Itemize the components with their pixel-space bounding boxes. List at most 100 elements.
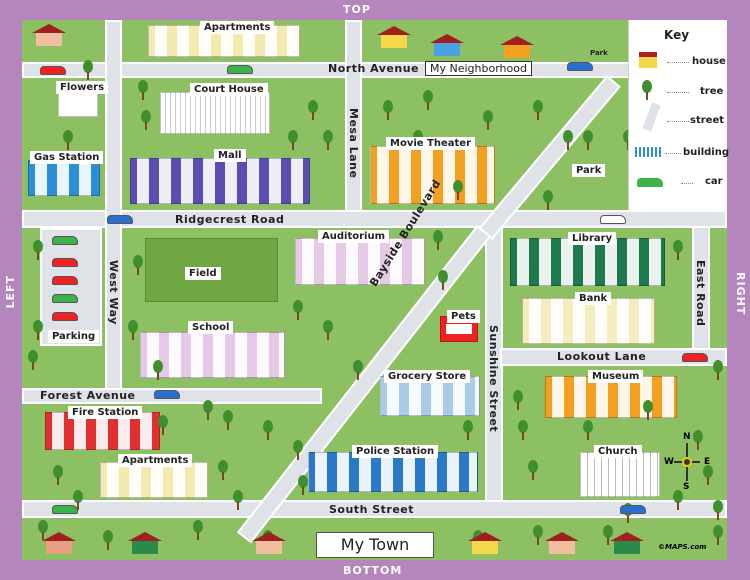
tree-icon — [62, 130, 74, 150]
tree-icon — [452, 180, 464, 200]
tree-icon — [562, 130, 574, 150]
tree-icon — [432, 230, 444, 250]
tree-icon — [527, 460, 539, 480]
house-icon — [610, 532, 644, 554]
label-fire-station: Fire Station — [68, 406, 143, 419]
car-icon — [52, 312, 78, 321]
map-key: Key house tree street building car — [628, 20, 729, 210]
tree-icon — [512, 390, 524, 410]
copyright-logo: ©MAPS.com — [658, 543, 707, 551]
edge-left: LEFT — [4, 275, 17, 309]
house-icon — [430, 34, 464, 56]
tree-icon — [292, 440, 304, 460]
tree-icon — [222, 410, 234, 430]
building-flowers — [58, 92, 98, 117]
house-icon — [128, 532, 162, 554]
building-gas-station — [28, 160, 100, 196]
tree-icon — [712, 500, 724, 520]
tree-icon — [32, 320, 44, 340]
car-icon — [154, 390, 180, 399]
compass-n: N — [683, 432, 691, 442]
house-icon — [42, 532, 76, 554]
tree-icon — [437, 270, 449, 290]
tree-icon — [352, 360, 364, 380]
street-east-road: East Road — [694, 260, 707, 327]
car-icon — [620, 505, 646, 514]
building-court-house — [160, 92, 270, 134]
house-icon — [500, 36, 534, 58]
key-label-car: car — [705, 176, 723, 187]
building-auditorium — [295, 238, 425, 285]
building-icon — [635, 147, 661, 157]
car-icon — [567, 62, 593, 71]
tree-icon — [157, 415, 169, 435]
label-apartments-bottom: Apartments — [118, 454, 193, 467]
label-mall: Mall — [214, 149, 246, 162]
tree-icon — [672, 490, 684, 510]
key-label-tree: tree — [700, 86, 724, 97]
town-map: Apartments Flowers Court House Gas Stati… — [22, 20, 727, 560]
tree-icon — [322, 320, 334, 340]
edge-right: RIGHT — [734, 272, 747, 316]
tree-icon — [582, 420, 594, 440]
street-north-avenue: North Avenue — [328, 62, 419, 75]
tree-icon — [217, 460, 229, 480]
tree-icon — [27, 350, 39, 370]
street-sunshine: Sunshine Street — [487, 325, 500, 433]
label-flowers: Flowers — [56, 81, 109, 94]
label-apartments-top: Apartments — [200, 21, 275, 34]
key-label-house: house — [692, 56, 726, 67]
tree-icon — [102, 530, 114, 550]
tree-icon — [307, 100, 319, 120]
tree-icon — [132, 255, 144, 275]
label-bank: Bank — [575, 292, 612, 305]
label-my-neighborhood: My Neighborhood — [425, 61, 532, 76]
tree-icon — [287, 130, 299, 150]
compass-center — [682, 457, 692, 467]
tree-icon — [192, 520, 204, 540]
house-icon — [545, 532, 579, 554]
label-library: Library — [568, 232, 617, 245]
tree-icon — [202, 400, 214, 420]
street-south: South Street — [329, 503, 415, 516]
map-title: My Town — [316, 532, 434, 558]
compass-w: W — [664, 457, 674, 467]
parking-lot — [40, 228, 102, 346]
house-icon — [639, 52, 657, 68]
tree-icon — [482, 110, 494, 130]
house-icon — [32, 24, 66, 46]
street-mesa-lane: Mesa Lane — [347, 108, 360, 179]
tree-icon — [127, 320, 139, 340]
building-church — [580, 452, 660, 497]
tree-icon — [422, 90, 434, 110]
tree-icon — [232, 490, 244, 510]
tree-icon — [292, 300, 304, 320]
key-title: Key — [664, 28, 690, 42]
car-icon — [52, 236, 78, 245]
tree-icon — [542, 190, 554, 210]
tree-icon — [532, 100, 544, 120]
key-label-street: street — [690, 115, 725, 126]
car-icon — [52, 294, 78, 303]
car-icon — [107, 215, 133, 224]
key-label-building: building — [683, 147, 729, 158]
house-icon — [377, 26, 411, 48]
tree-icon — [322, 130, 334, 150]
house-icon — [468, 532, 502, 554]
building-mall — [130, 158, 310, 204]
car-icon — [682, 353, 708, 362]
label-church: Church — [594, 445, 642, 458]
tree-icon — [517, 420, 529, 440]
street-icon — [642, 102, 661, 132]
car-icon — [637, 178, 663, 187]
edge-top: TOP — [343, 3, 371, 16]
tree-icon — [140, 110, 152, 130]
car-icon — [227, 65, 253, 74]
compass-s: S — [683, 482, 690, 492]
street-ridgecrest: Ridgecrest Road — [175, 213, 285, 226]
tree-icon — [712, 360, 724, 380]
tree-icon — [532, 525, 544, 545]
street-west-way: West Way — [107, 260, 120, 325]
tree-icon — [137, 80, 149, 100]
tree-icon — [641, 80, 653, 100]
